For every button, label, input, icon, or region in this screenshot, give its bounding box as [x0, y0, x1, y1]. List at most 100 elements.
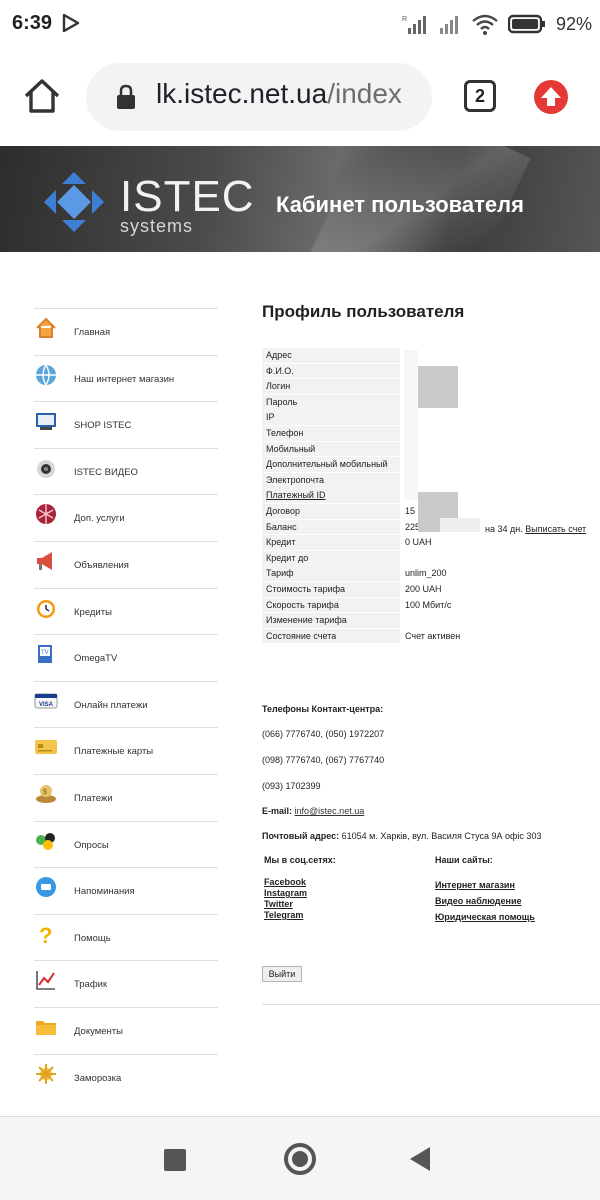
profile-row-label: Адрес — [262, 348, 400, 363]
profile-row-label: Дополнительный мобильный — [262, 457, 400, 472]
lock-icon — [117, 84, 135, 109]
sidebar-item[interactable]: Объявления — [34, 540, 218, 588]
tab-switcher-button[interactable]: 2 — [464, 80, 496, 112]
profile-row-label: Изменение тарифа — [262, 613, 400, 628]
profile-row: Кредит 0 UAH — [262, 535, 600, 551]
sidebar-item[interactable]: TV OmegaTV — [34, 634, 218, 681]
profile-row-label[interactable]: Платежный ID — [262, 488, 400, 504]
sidebar-item[interactable]: Кредиты — [34, 587, 218, 635]
sidebar-item-label: Заморозка — [74, 1072, 122, 1084]
sidebar-item-label: ISTEC ВИДЕО — [74, 466, 138, 478]
recents-icon[interactable] — [164, 1149, 186, 1171]
logout-button[interactable]: Выйти — [262, 966, 302, 982]
sidebar-item-label: Наш интернет магазин — [74, 373, 175, 385]
page-header-title: Кабинет пользователя — [276, 192, 524, 217]
globe-icon — [36, 364, 56, 386]
profile-row: Состояние счета Счет активен — [262, 628, 600, 645]
sidebar-item[interactable]: Заморозка — [34, 1053, 218, 1101]
redacted-block-1 — [418, 366, 458, 408]
camera-icon — [37, 459, 55, 478]
status-time: 6:39 — [12, 12, 53, 34]
sidebar-item[interactable]: ? Помощь — [34, 913, 218, 961]
home-circle-icon[interactable] — [284, 1143, 316, 1175]
sidebar-item[interactable]: Доп. услуги — [34, 494, 218, 541]
profile-row-label: Состояние счета — [262, 628, 400, 644]
profile-row-value: 0 UAH — [405, 537, 432, 548]
profile-row-label: Пароль — [262, 394, 400, 410]
profile-row-label: Баланс — [262, 519, 400, 535]
sidebar-menu: Главная Наш интернет магазин SHOP ISTEC IST… — [34, 308, 218, 1100]
arrow-up-icon — [541, 87, 561, 106]
sidebar-item[interactable]: $ Платежи — [34, 773, 218, 821]
visa-card-icon: VISA — [34, 693, 58, 709]
social-link-facebook[interactable]: Facebook — [264, 877, 336, 888]
sidebar-item-label: Платежи — [74, 792, 113, 804]
social-link-twitter[interactable]: Twitter — [264, 899, 336, 910]
update-button[interactable] — [534, 80, 568, 114]
social-link-instagram[interactable]: Instagram — [264, 888, 336, 899]
android-nav-bar — [0, 1116, 600, 1200]
profile-row-label: Телефон — [262, 425, 400, 441]
profile-row-value: unlim_200 — [405, 568, 447, 579]
status-indicators: R 92% — [402, 12, 592, 36]
home-icon[interactable] — [22, 76, 62, 116]
profile-row: Электропочта — [262, 472, 600, 489]
site-link-video[interactable]: Видео наблюдение — [435, 893, 535, 909]
profile-row: Стоимость тарифа 200 UAH — [262, 581, 600, 598]
phones-title: Телефоны Контакт-центра: — [262, 704, 384, 714]
invoice-link[interactable]: Выписать счет — [525, 524, 586, 534]
sidebar-item-label: Главная — [74, 327, 111, 338]
profile-row: Тариф unlim_200 — [262, 566, 600, 582]
sidebar-item-label: Помощь — [74, 932, 111, 944]
site-link-shop[interactable]: Интернет магазин — [435, 877, 535, 893]
logo-subtitle: systems — [120, 216, 194, 236]
sidebar-item[interactable]: Главная — [34, 308, 218, 355]
profile-row-value: 15 — [405, 505, 416, 516]
play-store-icon — [62, 14, 80, 32]
profile-row-label: IP — [262, 410, 400, 426]
sidebar-item-label: OmegaTV — [74, 653, 118, 665]
home-icon — [36, 317, 56, 338]
profile-row: Мобильный0 — [262, 441, 600, 458]
sidebar-item[interactable]: Платежные карты — [34, 727, 218, 774]
phone-line-1: (066) 7776740, (050) 1972207 — [262, 729, 385, 739]
clock-icon — [37, 599, 55, 618]
sidebar-item[interactable]: Трафик — [34, 960, 218, 1007]
sidebar-item[interactable]: VISA Онлайн платежи — [34, 680, 218, 728]
phone-line-3: (093) 1702399 — [262, 781, 321, 791]
wifi-icon — [472, 14, 498, 35]
url-host: lk.istec.net.ua — [156, 78, 328, 109]
logo-name: ISTEC — [120, 172, 255, 221]
site-banner: ISTEC systems Кабинет пользователя — [0, 146, 600, 252]
sidebar-item[interactable]: Документы — [34, 1006, 218, 1054]
sidebar-item-label: Доп. услуги — [74, 513, 125, 525]
sidebar-item[interactable]: Напоминания — [34, 867, 218, 914]
services-icon — [36, 504, 56, 525]
sidebar-item-label: Напоминания — [74, 886, 135, 898]
sidebar-item[interactable]: Опросы — [34, 820, 218, 868]
sidebar-item-label: Трафик — [74, 979, 108, 991]
content-top-edge — [0, 252, 600, 258]
our-sites-links: Наши сайты: Интернет магазин Видео наблю… — [435, 855, 535, 925]
site-link-legal[interactable]: Юридическая помощь — [435, 909, 535, 925]
balance-days: на 34 дн. — [485, 524, 523, 534]
divider — [262, 1004, 600, 1005]
sites-title: Наши сайты: — [435, 855, 493, 865]
poll-icon — [36, 832, 55, 850]
profile-row: Кредит до — [262, 550, 600, 567]
money-icon: $ — [36, 784, 56, 803]
sidebar-item[interactable]: SHOP ISTEC — [34, 401, 218, 448]
profile-row: Адрес — [262, 348, 600, 364]
url-text[interactable]: lk.istec.net.ua/index — [156, 78, 402, 110]
svg-text:TV: TV — [41, 650, 49, 656]
sidebar-item[interactable]: Наш интернет магазин — [34, 354, 218, 402]
email-label: E-mail: — [262, 806, 293, 816]
social-link-telegram[interactable]: Telegram — [264, 910, 336, 921]
profile-row-label: Кредит до — [262, 550, 400, 566]
card-icon — [35, 740, 57, 755]
email-link[interactable]: info@istec.net.ua — [295, 806, 365, 816]
browser-toolbar: lk.istec.net.ua/index 2 — [0, 48, 600, 146]
balance-extra: на 34 дн. Выписать счет — [485, 524, 586, 534]
sidebar-item[interactable]: ISTEC ВИДЕО — [34, 447, 218, 495]
back-icon[interactable] — [410, 1147, 430, 1171]
